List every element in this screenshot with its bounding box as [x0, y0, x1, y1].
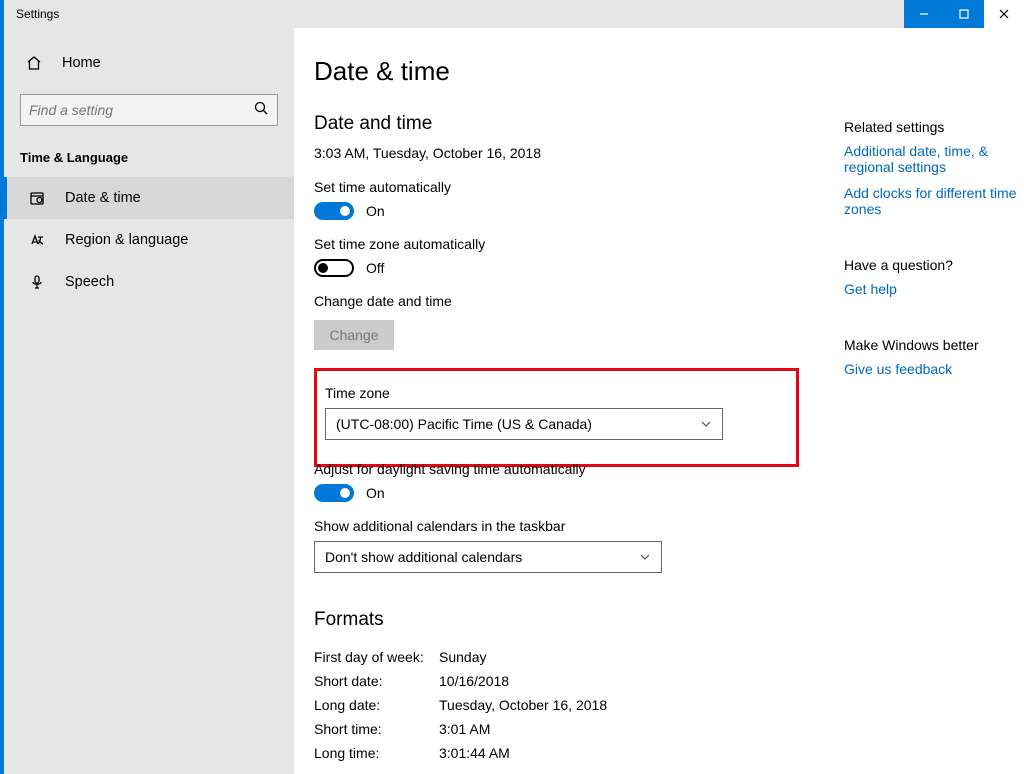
date-time-heading: Date and time	[314, 113, 834, 135]
titlebar: Settings	[4, 0, 1024, 28]
link-give-feedback[interactable]: Give us feedback	[844, 361, 1024, 377]
microphone-icon	[29, 274, 47, 290]
dst-toggle[interactable]	[314, 484, 354, 502]
clock-icon	[29, 190, 47, 206]
chevron-down-icon	[700, 418, 712, 430]
chevron-down-icon	[639, 551, 651, 563]
change-dt-label: Change date and time	[314, 293, 834, 309]
page-title: Date & time	[314, 56, 1024, 87]
formats-heading: Formats	[314, 609, 834, 631]
timezone-highlight: Time zone (UTC-08:00) Pacific Time (US &…	[314, 368, 799, 467]
nav-item-label: Speech	[65, 274, 114, 290]
maximize-button[interactable]	[944, 0, 984, 28]
home-icon	[26, 55, 44, 71]
calendars-value: Don't show additional calendars	[325, 549, 522, 565]
nav-speech[interactable]: Speech	[4, 261, 294, 303]
timezone-select[interactable]: (UTC-08:00) Pacific Time (US & Canada)	[325, 408, 723, 440]
format-row: Short date:10/16/2018	[314, 669, 834, 693]
format-row: Short time:3:01 AM	[314, 717, 834, 741]
search-box[interactable]	[20, 94, 278, 126]
set-tz-auto-toggle[interactable]	[314, 259, 354, 277]
calendars-select[interactable]: Don't show additional calendars	[314, 541, 662, 573]
set-time-auto-toggle[interactable]	[314, 202, 354, 220]
dst-label: Adjust for daylight saving time automati…	[314, 461, 834, 477]
set-tz-auto-label: Set time zone automatically	[314, 236, 834, 252]
format-row: First day of week:Sunday	[314, 645, 834, 669]
nav-section-title: Time & Language	[4, 126, 294, 177]
search-input[interactable]	[29, 102, 253, 118]
set-time-auto-label: Set time automatically	[314, 179, 834, 195]
help-heading: Have a question?	[844, 257, 1024, 273]
timezone-label: Time zone	[325, 385, 788, 401]
link-additional-settings[interactable]: Additional date, time, & regional settin…	[844, 143, 1024, 175]
nav-date-time[interactable]: Date & time	[4, 177, 294, 219]
nav-region-language[interactable]: Region & language	[4, 219, 294, 261]
format-row: Long date:Tuesday, October 16, 2018	[314, 693, 834, 717]
link-add-clocks[interactable]: Add clocks for different time zones	[844, 185, 1024, 217]
search-icon	[253, 100, 269, 121]
nav-item-label: Region & language	[65, 232, 188, 248]
format-row: Long time:3:01:44 AM	[314, 741, 834, 765]
window-title: Settings	[4, 7, 59, 21]
toggle-state: Off	[366, 260, 384, 276]
current-datetime: 3:03 AM, Tuesday, October 16, 2018	[314, 145, 834, 161]
toggle-state: On	[366, 485, 385, 501]
link-get-help[interactable]: Get help	[844, 281, 1024, 297]
main-content: Date & time Date and time 3:03 AM, Tuesd…	[294, 28, 1024, 774]
nav-item-label: Date & time	[65, 190, 141, 206]
change-button: Change	[314, 320, 394, 350]
language-icon	[29, 232, 47, 248]
home-nav[interactable]: Home	[4, 42, 294, 84]
home-label: Home	[62, 55, 101, 71]
minimize-button[interactable]	[904, 0, 944, 28]
timezone-value: (UTC-08:00) Pacific Time (US & Canada)	[336, 416, 592, 432]
related-settings-heading: Related settings	[844, 119, 1024, 135]
feedback-heading: Make Windows better	[844, 337, 1024, 353]
sidebar: Home Time & Language Date & time Region …	[4, 28, 294, 774]
close-button[interactable]	[984, 0, 1024, 28]
calendars-label: Show additional calendars in the taskbar	[314, 518, 834, 534]
toggle-state: On	[366, 203, 385, 219]
